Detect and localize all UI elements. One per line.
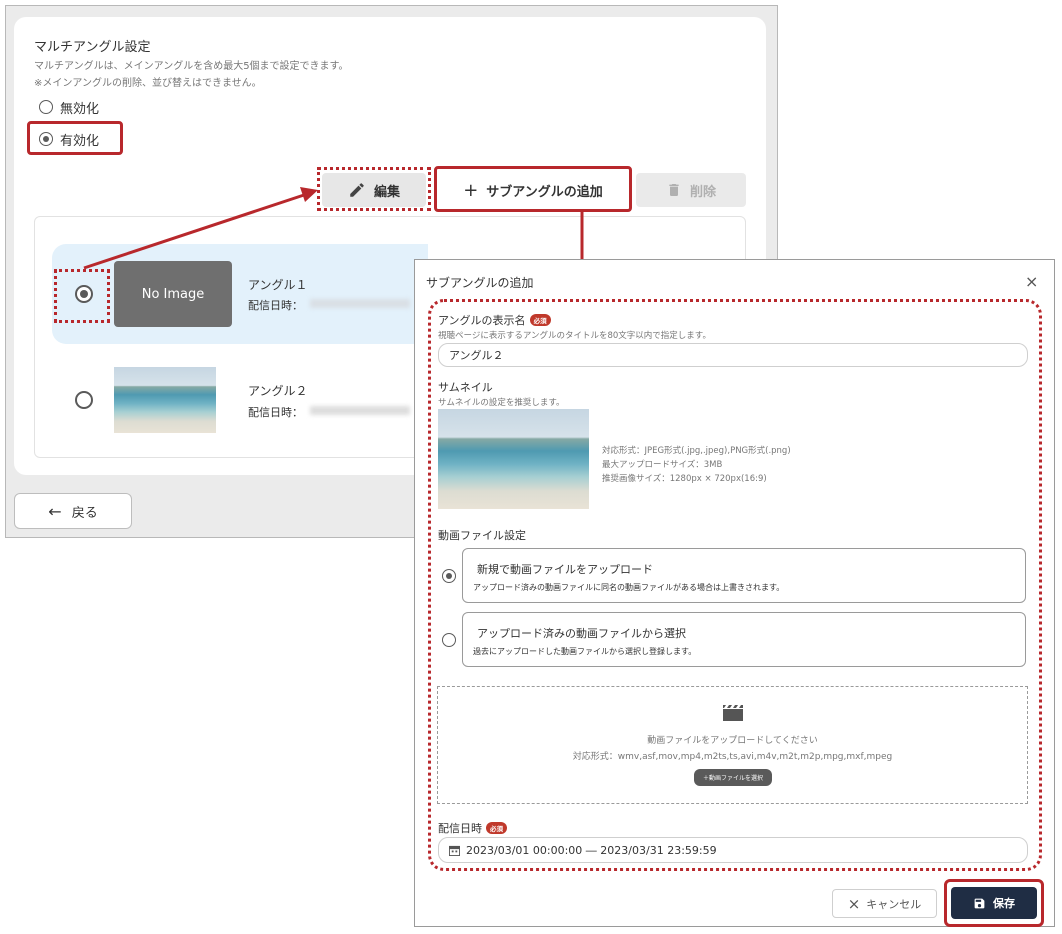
thumbnail-label: サムネイル [438, 381, 493, 394]
date-range-input[interactable]: 2023/03/01 00:00:00 ― 2023/03/31 23:59:5… [438, 837, 1028, 863]
name-label-text: アングルの表示名 [438, 314, 526, 327]
thumbnail-max-size: 最大アップロードサイズ：3MB [602, 460, 723, 470]
cancel-button[interactable]: × キャンセル [832, 889, 937, 918]
thumbnail-preview[interactable] [438, 409, 589, 509]
select-video-button[interactable]: ＋動画ファイルを選択 [694, 769, 772, 786]
close-x-icon: × [847, 894, 861, 913]
name-help: 視聴ページに表示するアングルのタイトルを80文字以内で指定します。 [438, 331, 711, 341]
upload-prompt: 動画ファイルをアップロードしてください [647, 736, 818, 746]
option-existing-title: アップロード済みの動画ファイルから選択 [477, 627, 686, 640]
name-field-label: アングルの表示名 必須 [438, 312, 551, 328]
date-required-badge: 必須 [486, 822, 507, 834]
option-new-upload[interactable]: 新規で動画ファイルをアップロード アップロード済みの動画ファイルに同名の動画ファ… [462, 548, 1026, 603]
thumbnail-format: 対応形式：JPEG形式(.jpg,.jpeg),PNG形式(.png) [602, 446, 791, 456]
required-badge: 必須 [529, 314, 551, 326]
arrow-radio-to-edit [83, 193, 305, 270]
highlight-save [944, 879, 1044, 927]
date-range-value: 2023/03/01 00:00:00 ― 2023/03/31 23:59:5… [466, 843, 717, 857]
clapperboard-icon [723, 705, 743, 721]
option-existing-desc: 過去にアップロードした動画ファイルから選択し登録します。 [473, 647, 697, 656]
date-field-label: 配信日時 必須 [438, 820, 507, 836]
upload-formats: 対応形式：wmv,asf,mov,mp4,m2ts,ts,avi,m4v,m2t… [572, 752, 893, 762]
video-settings-label: 動画ファイル設定 [438, 529, 526, 542]
angle-name-input[interactable]: アングル２ [438, 343, 1028, 367]
calendar-icon [449, 845, 460, 856]
option-existing[interactable]: アップロード済みの動画ファイルから選択 過去にアップロードした動画ファイルから選… [462, 612, 1026, 667]
date-label-text: 配信日時 [438, 822, 482, 835]
thumbnail-recommended-size: 推奨画像サイズ：1280px × 720px(16:9) [602, 474, 767, 484]
option-new-upload-desc: アップロード済みの動画ファイルに同名の動画ファイルがある場合は上書きされます。 [473, 583, 785, 592]
dialog-title: サブアングルの追加 [426, 276, 534, 290]
option-existing-radio[interactable] [442, 633, 456, 647]
cancel-label: キャンセル [866, 897, 922, 911]
arrow-head-edit [300, 187, 318, 202]
option-new-upload-radio[interactable] [442, 569, 456, 583]
thumbnail-help: サムネイルの設定を推奨します。 [438, 398, 565, 408]
close-icon[interactable]: × [1025, 272, 1038, 291]
option-new-upload-title: 新規で動画ファイルをアップロード [477, 563, 653, 576]
